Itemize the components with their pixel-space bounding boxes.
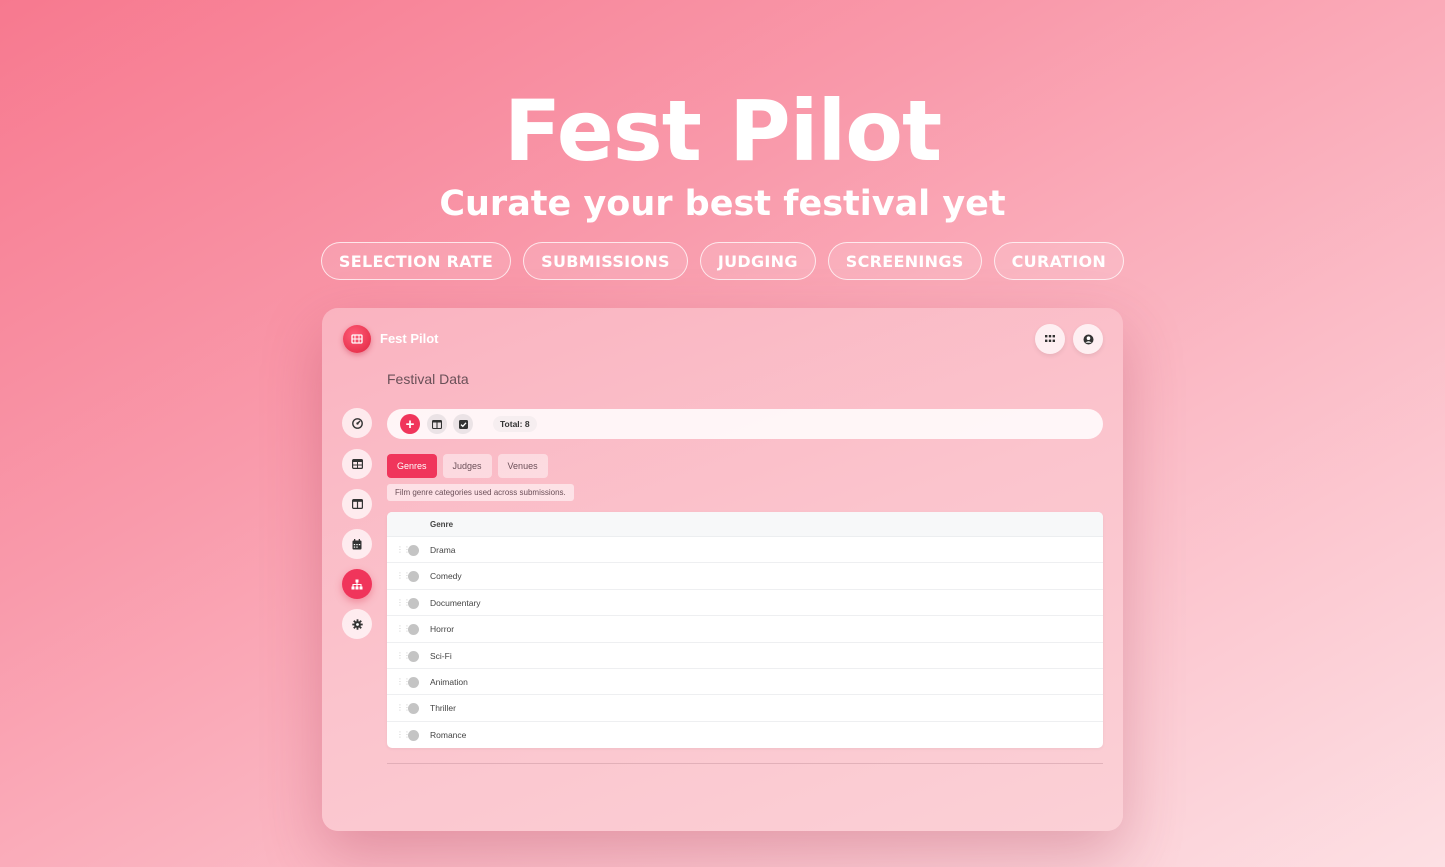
pill-judging: JUDGING: [699, 242, 816, 280]
row-select-radio[interactable]: [408, 597, 419, 609]
tab-judges[interactable]: Judges: [442, 454, 492, 478]
plus-icon: +: [405, 415, 415, 433]
genre-table: Genre ⋮⋮ Drama ⋮⋮ Comedy ⋮⋮ Documentary …: [387, 512, 1103, 748]
page-title: Festival Data: [387, 371, 469, 387]
genre-cell: Animation: [430, 676, 468, 687]
hero-title: Fest Pilot: [503, 82, 942, 180]
genre-cell: Drama: [430, 545, 456, 555]
genre-cell: Romance: [430, 729, 467, 740]
total-count-badge: Total: 8: [493, 416, 537, 432]
columns-view-button[interactable]: [427, 414, 447, 434]
app-name: Fest Pilot: [380, 331, 439, 346]
table-row[interactable]: ⋮⋮ Thriller: [387, 695, 1103, 722]
divider: [387, 763, 1103, 764]
table-row[interactable]: ⋮⋮ Romance: [387, 722, 1103, 748]
tab-venues[interactable]: Venues: [497, 454, 548, 478]
apps-grid-button[interactable]: [1035, 324, 1065, 354]
user-menu-button[interactable]: [1073, 324, 1103, 354]
add-button[interactable]: +: [400, 414, 420, 434]
gear-icon: [351, 618, 363, 630]
genre-cell: Thriller: [430, 703, 456, 714]
checkbox-icon: [458, 419, 468, 429]
table-row[interactable]: ⋮⋮ Horror: [387, 616, 1103, 643]
user-circle-icon: [1083, 334, 1094, 345]
tab-genres[interactable]: Genres: [387, 454, 437, 478]
table-row[interactable]: ⋮⋮ Documentary: [387, 590, 1103, 617]
calendar-icon: [352, 538, 362, 550]
data-tabs: Genres Judges Venues: [387, 454, 548, 478]
table-row[interactable]: ⋮⋮ Drama: [387, 537, 1103, 564]
column-header-genre[interactable]: Genre: [430, 520, 453, 529]
columns-icon: [432, 419, 442, 429]
genre-cell: Horror: [430, 624, 455, 635]
sidebar-item-columns[interactable]: [342, 489, 372, 519]
feature-pills: SELECTION RATE SUBMISSIONS JUDGING SCREE…: [0, 242, 1445, 280]
row-select-radio[interactable]: [408, 545, 419, 556]
hierarchy-icon: [351, 579, 363, 590]
columns-icon: [351, 499, 363, 509]
total-label: Total:: [500, 419, 523, 429]
row-select-radio[interactable]: [408, 676, 419, 688]
app-window: Fest Pilot Festival Data + Total: 8 Genr…: [322, 308, 1123, 831]
genre-cell: Sci-Fi: [430, 650, 452, 661]
table-row[interactable]: ⋮⋮ Sci-Fi: [387, 643, 1103, 669]
film-icon[interactable]: [343, 325, 371, 353]
pill-selection-rate: SELECTION RATE: [320, 242, 512, 280]
row-select-radio[interactable]: [408, 571, 419, 583]
pill-screenings: SCREENINGS: [827, 242, 982, 280]
sidebar-item-table[interactable]: [342, 449, 372, 479]
toolbar: + Total: 8: [387, 409, 1103, 439]
dashboard-icon: [351, 417, 363, 429]
apps-grid-icon: [1045, 335, 1055, 343]
pill-curation: CURATION: [993, 242, 1125, 280]
sidebar-item-calendar[interactable]: [342, 529, 372, 559]
select-all-button[interactable]: [453, 414, 473, 434]
sidebar-item-settings[interactable]: [342, 609, 372, 639]
sidebar-item-dashboard[interactable]: [342, 408, 372, 438]
hero-subtitle: Curate your best festival yet: [439, 184, 1006, 224]
row-select-radio[interactable]: [408, 703, 419, 715]
pill-submissions: SUBMISSIONS: [523, 242, 688, 280]
row-select-radio[interactable]: [408, 624, 419, 636]
table-row[interactable]: ⋮⋮ Comedy: [387, 563, 1103, 590]
row-select-radio[interactable]: [408, 650, 419, 662]
sidebar-item-hierarchy[interactable]: [342, 569, 372, 599]
table-row[interactable]: ⋮⋮ Animation: [387, 669, 1103, 696]
row-select-radio[interactable]: [408, 729, 419, 741]
total-value: 8: [524, 419, 530, 429]
tab-description: Film genre categories used across submis…: [387, 484, 574, 501]
genre-cell: Comedy: [430, 571, 462, 582]
table-icon: [351, 459, 363, 469]
table-header: Genre: [387, 512, 1103, 537]
genre-cell: Documentary: [430, 597, 481, 608]
